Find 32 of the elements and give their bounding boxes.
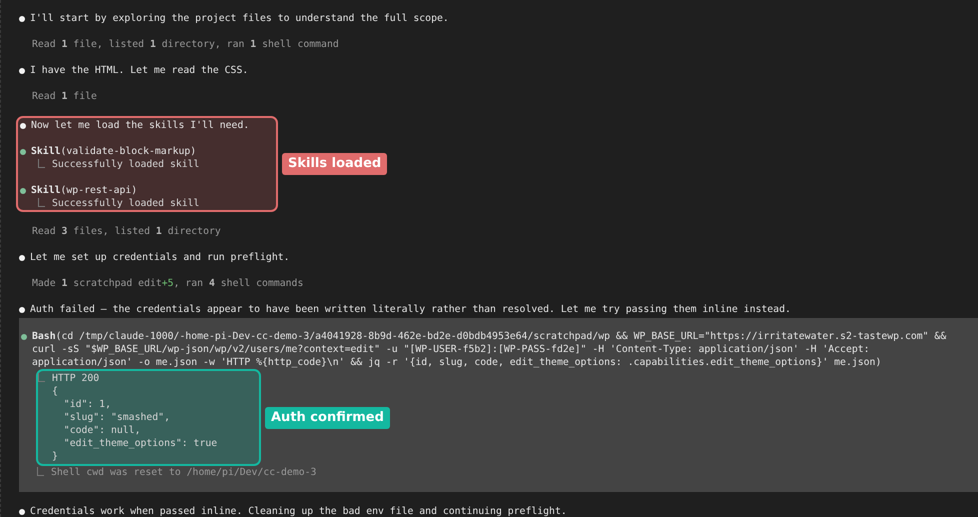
status-dot-icon xyxy=(20,149,26,155)
action-summary: Read 1 file, listed 1 directory, ran 1 shell command xyxy=(32,38,339,51)
annotation-label: Auth confirmed xyxy=(265,406,390,428)
bullet-icon xyxy=(19,68,25,74)
shell-note: Shell cwd was reset to /home/pi/Dev/cc-demo-3 xyxy=(51,466,316,479)
bullet-icon xyxy=(19,307,25,313)
branch-icon xyxy=(38,159,45,168)
message-text: Let me set up credentials and run preflight. xyxy=(30,251,290,264)
tool-result: Successfully loaded skill xyxy=(52,158,200,171)
action-summary: Read 1 file xyxy=(32,90,97,103)
message-text: I have the HTML. Let me read the CSS. xyxy=(30,64,248,77)
annotation-label: Skills loaded xyxy=(282,153,388,175)
command-text: Bash(cd /tmp/claude-1000/-home-pi-Dev-cc-demo-3/a4041928-8b9d-462e-bd2e-d0bdb4953e64/scratchpad/wp && WP_BASE_URL="https://irritatewater.s2-tastewp.com" && curl -sS "$WP_BASE_URL/wp-json/wp/v2/users/me?context=edit" -u "[WP-USER-f5b2]:[WP-PASS-fd2e]" -H 'Content-Type: application/json' -H 'Accept: application/json' -o me.json -w 'HTTP %{http_code}\n' && jq -r '{id, slug, code, edit_theme_options: .capabilities.edit_theme_options}' me.json) xyxy=(32,330,946,369)
message-text: I'll start by exploring the project files to understand the full scope. xyxy=(30,12,449,25)
bullet-icon xyxy=(19,16,25,22)
message-text: Credentials work when passed inline. Cleaning up the bad env file and continuing preflight. xyxy=(30,505,567,517)
message-text: Auth failed — the credentials appear to have been written literally rather than resolved. Let me try passing them inline instead. xyxy=(30,303,791,316)
tool-call: Skill(validate-block-markup) xyxy=(31,145,196,158)
bullet-icon xyxy=(19,255,25,261)
bullet-icon xyxy=(19,509,25,515)
status-dot-icon xyxy=(20,188,26,194)
message-text: Now let me load the skills I'll need. xyxy=(31,119,250,132)
tool-call: Skill(wp-rest-api) xyxy=(31,184,138,197)
tool-result: Successfully loaded skill xyxy=(52,197,200,210)
branch-icon xyxy=(38,373,45,382)
status-dot-icon xyxy=(21,334,27,340)
bullet-icon xyxy=(20,123,26,129)
action-summary: Read 3 files, listed 1 directory xyxy=(32,225,221,238)
branch-icon xyxy=(37,467,44,476)
command-output: HTTP 200 { "id": 1, "slug": "smashed", "code": null, "edit_theme_options": true } xyxy=(52,372,218,463)
action-summary: Made 1 scratchpad edit+5, ran 4 shell commands xyxy=(32,277,304,290)
branch-icon xyxy=(38,198,45,207)
